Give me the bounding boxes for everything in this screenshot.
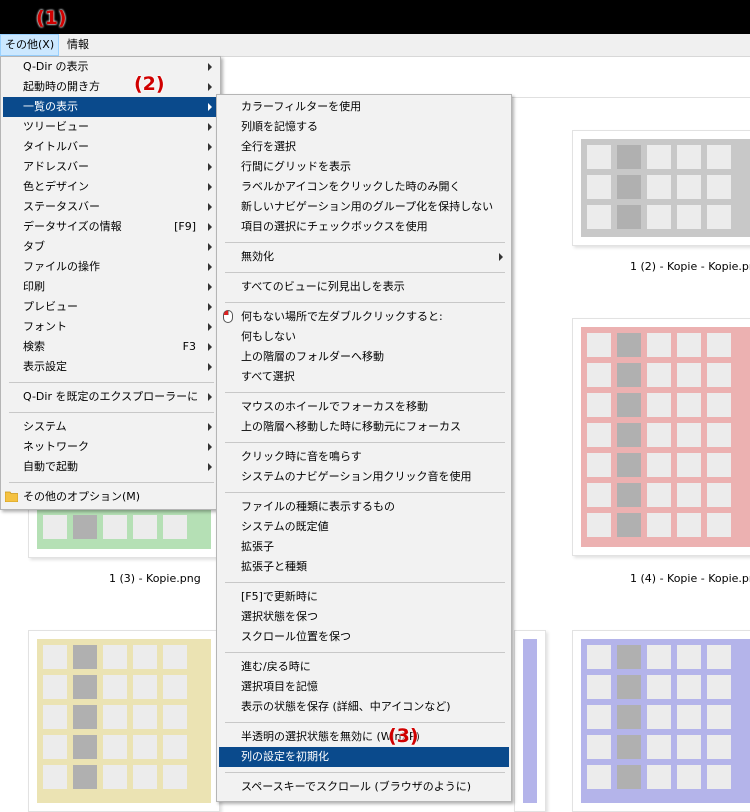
menu-separator xyxy=(225,722,505,723)
submenu-item-keep-scroll[interactable]: スクロール位置を保つ xyxy=(219,627,509,647)
submenu-item-remember-selection[interactable]: 選択項目を記憶 xyxy=(219,677,509,697)
folder-icon xyxy=(5,491,18,502)
submenu-item-color-filter[interactable]: カラーフィルターを使用 xyxy=(219,97,509,117)
menu-item-system[interactable]: システム xyxy=(3,417,218,437)
menu-separator xyxy=(9,412,214,413)
menu-item-tree-view[interactable]: ツリービュー xyxy=(3,117,218,137)
menu-separator xyxy=(225,442,505,443)
mouse-icon xyxy=(223,310,233,323)
menu-item-color-design[interactable]: 色とデザイン xyxy=(3,177,218,197)
menu-other[interactable]: その他(X) xyxy=(0,34,60,56)
menu-item-other-options[interactable]: その他のオプション(M) xyxy=(3,487,218,507)
submenu-item-focus-origin[interactable]: 上の階層へ移動した時に移動元にフォーカス xyxy=(219,417,509,437)
title-area xyxy=(0,0,750,34)
menu-info[interactable]: 情報 xyxy=(63,34,93,56)
submenu-item-keep-selection[interactable]: 選択状態を保つ xyxy=(219,607,509,627)
submenu-item-open-on-label-click[interactable]: ラベルかアイコンをクリックした時のみ開く xyxy=(219,177,509,197)
submenu-item-remember-column-order[interactable]: 列順を記憶する xyxy=(219,117,509,137)
menu-separator xyxy=(225,492,505,493)
image-preview xyxy=(523,639,537,803)
submenu-item-file-type-display: ファイルの種類に表示するもの xyxy=(241,500,395,513)
step-annotation-2: (2) xyxy=(134,73,165,95)
menu-separator xyxy=(9,482,214,483)
submenu-item-disable[interactable]: 無効化 xyxy=(219,247,509,267)
menu-item-list-view[interactable]: 一覧の表示 xyxy=(3,97,218,117)
submenu-item-column-headers[interactable]: すべてのビューに列見出しを表示 xyxy=(219,277,509,297)
thumbnail[interactable] xyxy=(572,318,750,556)
submenu-item-system-default[interactable]: システムの既定値 xyxy=(219,517,509,537)
address-strip xyxy=(220,57,750,98)
image-preview xyxy=(581,639,750,803)
menubar: その他(X) 情報 xyxy=(0,34,750,57)
submenu-item-extension[interactable]: 拡張子 xyxy=(219,537,509,557)
step-annotation-3: (3) xyxy=(388,725,419,747)
menu-item-network[interactable]: ネットワーク xyxy=(3,437,218,457)
file-name[interactable]: 1 (2) - Kopie - Kopie.png xyxy=(630,260,750,274)
image-preview xyxy=(581,139,750,237)
thumbnail[interactable] xyxy=(572,630,750,812)
submenu-item-no-nav-grouping[interactable]: 新しいナビゲーション用のグループ化を保持しない xyxy=(219,197,509,217)
image-preview xyxy=(581,327,750,547)
submenu-item-double-click-empty: 何もない場所で左ダブルクリックすると: xyxy=(219,307,509,327)
submenu-item-extension-and-type[interactable]: 拡張子と種類 xyxy=(219,557,509,577)
menu-item-data-size[interactable]: データサイズの情報 [F9] xyxy=(3,217,218,237)
submenu-item-full-row-select[interactable]: 全行を選択 xyxy=(219,137,509,157)
menu-item-search[interactable]: 検索 F3 xyxy=(3,337,218,357)
menu-item-display-settings[interactable]: 表示設定 xyxy=(3,357,218,377)
menu-separator xyxy=(225,242,505,243)
menu-separator xyxy=(225,392,505,393)
list-view-submenu: カラーフィルターを使用 列順を記憶する 全行を選択 行間にグリッドを表示 ラベル… xyxy=(216,94,512,802)
thumbnail[interactable] xyxy=(572,130,750,246)
menu-item-autostart[interactable]: 自動で起動 xyxy=(3,457,218,477)
menu-separator xyxy=(225,772,505,773)
submenu-item-wheel-focus[interactable]: マウスのホイールでフォーカスを移動 xyxy=(219,397,509,417)
menu-item-print[interactable]: 印刷 xyxy=(3,277,218,297)
submenu-item-on-back-forward: 進む/戻る時に xyxy=(241,660,311,673)
menu-separator xyxy=(9,382,214,383)
thumbnail[interactable] xyxy=(514,630,546,812)
step-annotation-1: (1) xyxy=(36,7,67,29)
submenu-item-on-refresh: [F5]で更新時に xyxy=(241,590,318,603)
menu-separator xyxy=(225,272,505,273)
file-name[interactable]: 1 (4) - Kopie - Kopie.png xyxy=(630,572,750,586)
submenu-item-click-sound[interactable]: クリック時に音を鳴らす xyxy=(219,447,509,467)
submenu-item-disable-translucent[interactable]: 半透明の選択状態を無効に (WinXP) xyxy=(219,727,509,747)
menu-item-tabs[interactable]: タブ xyxy=(3,237,218,257)
menu-separator xyxy=(225,652,505,653)
file-name[interactable]: 1 (3) - Kopie.png xyxy=(109,572,201,586)
menu-item-title-bar[interactable]: タイトルバー xyxy=(3,137,218,157)
submenu-item-go-parent-folder[interactable]: 上の階層のフォルダーへ移動 xyxy=(219,347,509,367)
thumbnail[interactable] xyxy=(28,630,220,812)
menu-item-default-explorer[interactable]: Q-Dir を既定のエクスプローラーに xyxy=(3,387,218,407)
menu-item-startup-open[interactable]: 起動時の開き方 xyxy=(3,77,218,97)
menu-separator xyxy=(225,582,505,583)
menu-item-file-ops[interactable]: ファイルの操作 xyxy=(3,257,218,277)
menu-item-preview[interactable]: プレビュー xyxy=(3,297,218,317)
menu-item-qdir-view[interactable]: Q-Dir の表示 xyxy=(3,57,218,77)
submenu-item-space-scroll[interactable]: スペースキーでスクロール (ブラウザのように) xyxy=(219,777,509,797)
menu-item-font[interactable]: フォント xyxy=(3,317,218,337)
submenu-item-do-nothing[interactable]: 何もしない xyxy=(219,327,509,347)
submenu-item-reset-columns[interactable]: 列の設定を初期化 xyxy=(219,747,509,767)
submenu-item-system-nav-sound[interactable]: システムのナビゲーション用クリック音を使用 xyxy=(219,467,509,487)
submenu-item-select-all[interactable]: すべて選択 xyxy=(219,367,509,387)
menu-item-status-bar[interactable]: ステータスバー xyxy=(3,197,218,217)
image-preview xyxy=(37,639,211,803)
submenu-item-checkbox-select[interactable]: 項目の選択にチェックボックスを使用 xyxy=(219,217,509,237)
menu-item-address-bar[interactable]: アドレスバー xyxy=(3,157,218,177)
submenu-item-save-view-state[interactable]: 表示の状態を保存 (詳細、中アイコンなど) xyxy=(219,697,509,717)
other-menu: Q-Dir の表示 起動時の開き方 一覧の表示 ツリービュー タイトルバー アド… xyxy=(0,56,221,510)
submenu-item-grid-lines[interactable]: 行間にグリッドを表示 xyxy=(219,157,509,177)
menu-separator xyxy=(225,302,505,303)
